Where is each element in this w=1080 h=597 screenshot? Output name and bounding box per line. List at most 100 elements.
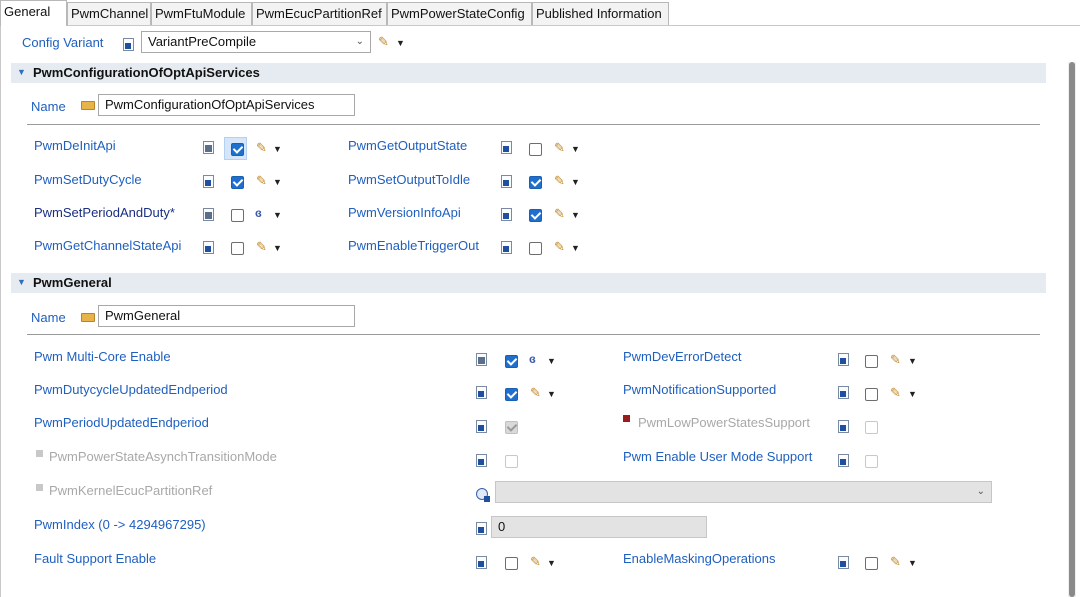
pencil-icon[interactable]: ✎ — [554, 173, 565, 189]
chevron-down-icon[interactable]: ▼ — [908, 558, 917, 568]
tab-pwm-channel[interactable]: PwmChannel — [67, 2, 151, 25]
warning-marker-icon — [623, 415, 630, 422]
parameter-doc-icon — [838, 386, 849, 399]
name-field[interactable]: PwmGeneral — [98, 305, 355, 327]
parameter-doc-icon — [501, 208, 512, 221]
param-label: PwmSetDutyCycle — [34, 172, 142, 187]
chevron-down-icon[interactable]: ▼ — [396, 38, 405, 48]
chevron-down-icon[interactable]: ▼ — [273, 210, 282, 220]
param-label: PwmDevErrorDetect — [623, 349, 742, 364]
parameter-doc-icon — [476, 556, 487, 569]
pwm-dev-error-detect-checkbox[interactable] — [865, 355, 878, 368]
section-opt-api-services-header[interactable]: ▼ PwmConfigurationOfOptApiServices — [11, 63, 1046, 83]
pwm-set-period-and-duty-checkbox[interactable] — [231, 209, 244, 222]
section-pwm-general-header[interactable]: ▼ PwmGeneral — [11, 273, 1046, 293]
pencil-icon[interactable]: ✎ — [554, 206, 565, 222]
tab-published-information[interactable]: Published Information — [532, 2, 669, 25]
folder-icon — [81, 313, 95, 322]
chevron-down-icon[interactable]: ▼ — [547, 389, 556, 399]
chevron-down-icon[interactable]: ▼ — [547, 558, 556, 568]
tab-bar-divider — [0, 25, 1080, 26]
parameter-doc-icon — [501, 141, 512, 154]
pencil-icon[interactable]: ✎ — [256, 173, 267, 189]
divider — [27, 334, 1040, 335]
param-label: Pwm Multi-Core Enable — [34, 349, 171, 364]
enable-masking-operations-checkbox[interactable] — [865, 557, 878, 570]
tab-pwm-ecuc-partition-ref[interactable]: PwmEcucPartitionRef — [252, 2, 387, 25]
pencil-icon[interactable]: ✎ — [530, 385, 541, 401]
param-label: Pwm Enable User Mode Support — [623, 449, 813, 464]
chevron-down-icon[interactable]: ▼ — [273, 243, 282, 253]
param-label: PwmSetPeriodAndDuty* — [34, 205, 175, 220]
pwm-get-output-state-checkbox[interactable] — [529, 143, 542, 156]
divider — [27, 124, 1040, 125]
chevron-down-icon[interactable]: ▼ — [571, 144, 580, 154]
pwm-notification-supported-checkbox[interactable] — [865, 388, 878, 401]
pencil-icon[interactable]: ✎ — [554, 140, 565, 156]
tab-pwm-power-state-config[interactable]: PwmPowerStateConfig — [387, 2, 532, 25]
parameter-doc-icon — [203, 208, 214, 221]
pencil-icon[interactable]: ✎ — [890, 352, 901, 368]
chevron-down-icon: ⌄ — [976, 486, 985, 497]
collapse-icon[interactable]: ▼ — [17, 67, 26, 77]
pwm-deinit-api-checkbox[interactable] — [231, 143, 244, 156]
config-variant-value: VariantPreCompile — [148, 34, 257, 49]
tab-general[interactable]: General — [0, 0, 67, 26]
param-label: PwmGetChannelStateApi — [34, 238, 182, 253]
tab-pwm-ftu-module[interactable]: PwmFtuModule — [151, 2, 252, 25]
pwm-set-output-to-idle-checkbox[interactable] — [529, 176, 542, 189]
chevron-down-icon[interactable]: ▼ — [908, 356, 917, 366]
param-label: PwmEnableTriggerOut — [348, 238, 480, 253]
pwm-enable-user-mode-support-checkbox — [865, 455, 878, 468]
param-label: Fault Support Enable — [34, 551, 157, 566]
param-label: PwmDutycycleUpdatedEndperiod — [34, 382, 228, 397]
pwm-set-duty-cycle-checkbox[interactable] — [231, 176, 244, 189]
chevron-down-icon[interactable]: ▼ — [571, 243, 580, 253]
collapse-icon[interactable]: ▼ — [17, 277, 26, 287]
parameter-doc-icon — [476, 522, 487, 535]
calculated-value-icon[interactable]: ɞ — [255, 206, 262, 220]
parameter-doc-icon — [476, 386, 487, 399]
calculated-value-icon[interactable]: ɞ — [529, 352, 536, 366]
param-label: PwmDeInitApi — [34, 138, 116, 153]
pwm-multi-core-enable-checkbox[interactable] — [505, 355, 518, 368]
parameter-doc-icon — [203, 175, 214, 188]
editor-left-border — [0, 26, 1, 597]
pwm-dutycycle-updated-endperiod-checkbox[interactable] — [505, 388, 518, 401]
parameter-doc-icon — [203, 141, 214, 154]
parameter-doc-icon — [838, 420, 849, 433]
param-label: PwmLowPowerStatesSupport — [638, 415, 810, 430]
pwm-index-field[interactable]: 0 — [491, 516, 707, 538]
pencil-icon[interactable]: ✎ — [890, 554, 901, 570]
pencil-icon[interactable]: ✎ — [530, 554, 541, 570]
pencil-icon[interactable]: ✎ — [256, 140, 267, 156]
parameter-doc-icon — [476, 454, 487, 467]
chevron-down-icon[interactable]: ▼ — [908, 389, 917, 399]
chevron-down-icon[interactable]: ▼ — [571, 177, 580, 187]
name-field[interactable]: PwmConfigurationOfOptApiServices — [98, 94, 355, 116]
chevron-down-icon[interactable]: ▼ — [273, 177, 282, 187]
param-label: PwmPeriodUpdatedEndperiod — [34, 415, 209, 430]
pwm-enable-trigger-out-checkbox[interactable] — [529, 242, 542, 255]
pencil-icon[interactable]: ✎ — [378, 34, 389, 50]
chevron-down-icon[interactable]: ▼ — [273, 144, 282, 154]
pencil-icon[interactable]: ✎ — [256, 239, 267, 255]
pencil-icon[interactable]: ✎ — [890, 385, 901, 401]
pwm-get-channel-state-api-checkbox[interactable] — [231, 242, 244, 255]
chevron-down-icon: ⌄ — [355, 36, 364, 47]
editor-tab-bar: General PwmChannel PwmFtuModule PwmEcucP… — [0, 0, 1080, 26]
chevron-down-icon[interactable]: ▼ — [571, 210, 580, 220]
disabled-marker-icon — [36, 450, 43, 457]
pwm-version-info-api-checkbox[interactable] — [529, 209, 542, 222]
param-label: PwmNotificationSupported — [623, 382, 777, 397]
section-title: PwmConfigurationOfOptApiServices — [33, 65, 260, 80]
param-label: EnableMaskingOperations — [623, 551, 776, 566]
chevron-down-icon[interactable]: ▼ — [547, 356, 556, 366]
folder-icon — [81, 101, 95, 110]
fault-support-enable-checkbox[interactable] — [505, 557, 518, 570]
pencil-icon[interactable]: ✎ — [554, 239, 565, 255]
config-variant-select[interactable]: VariantPreCompile ⌄ — [141, 31, 371, 53]
config-variant-label: Config Variant — [22, 35, 104, 50]
parameter-doc-icon — [838, 353, 849, 366]
vertical-scrollbar-thumb[interactable] — [1069, 62, 1075, 597]
